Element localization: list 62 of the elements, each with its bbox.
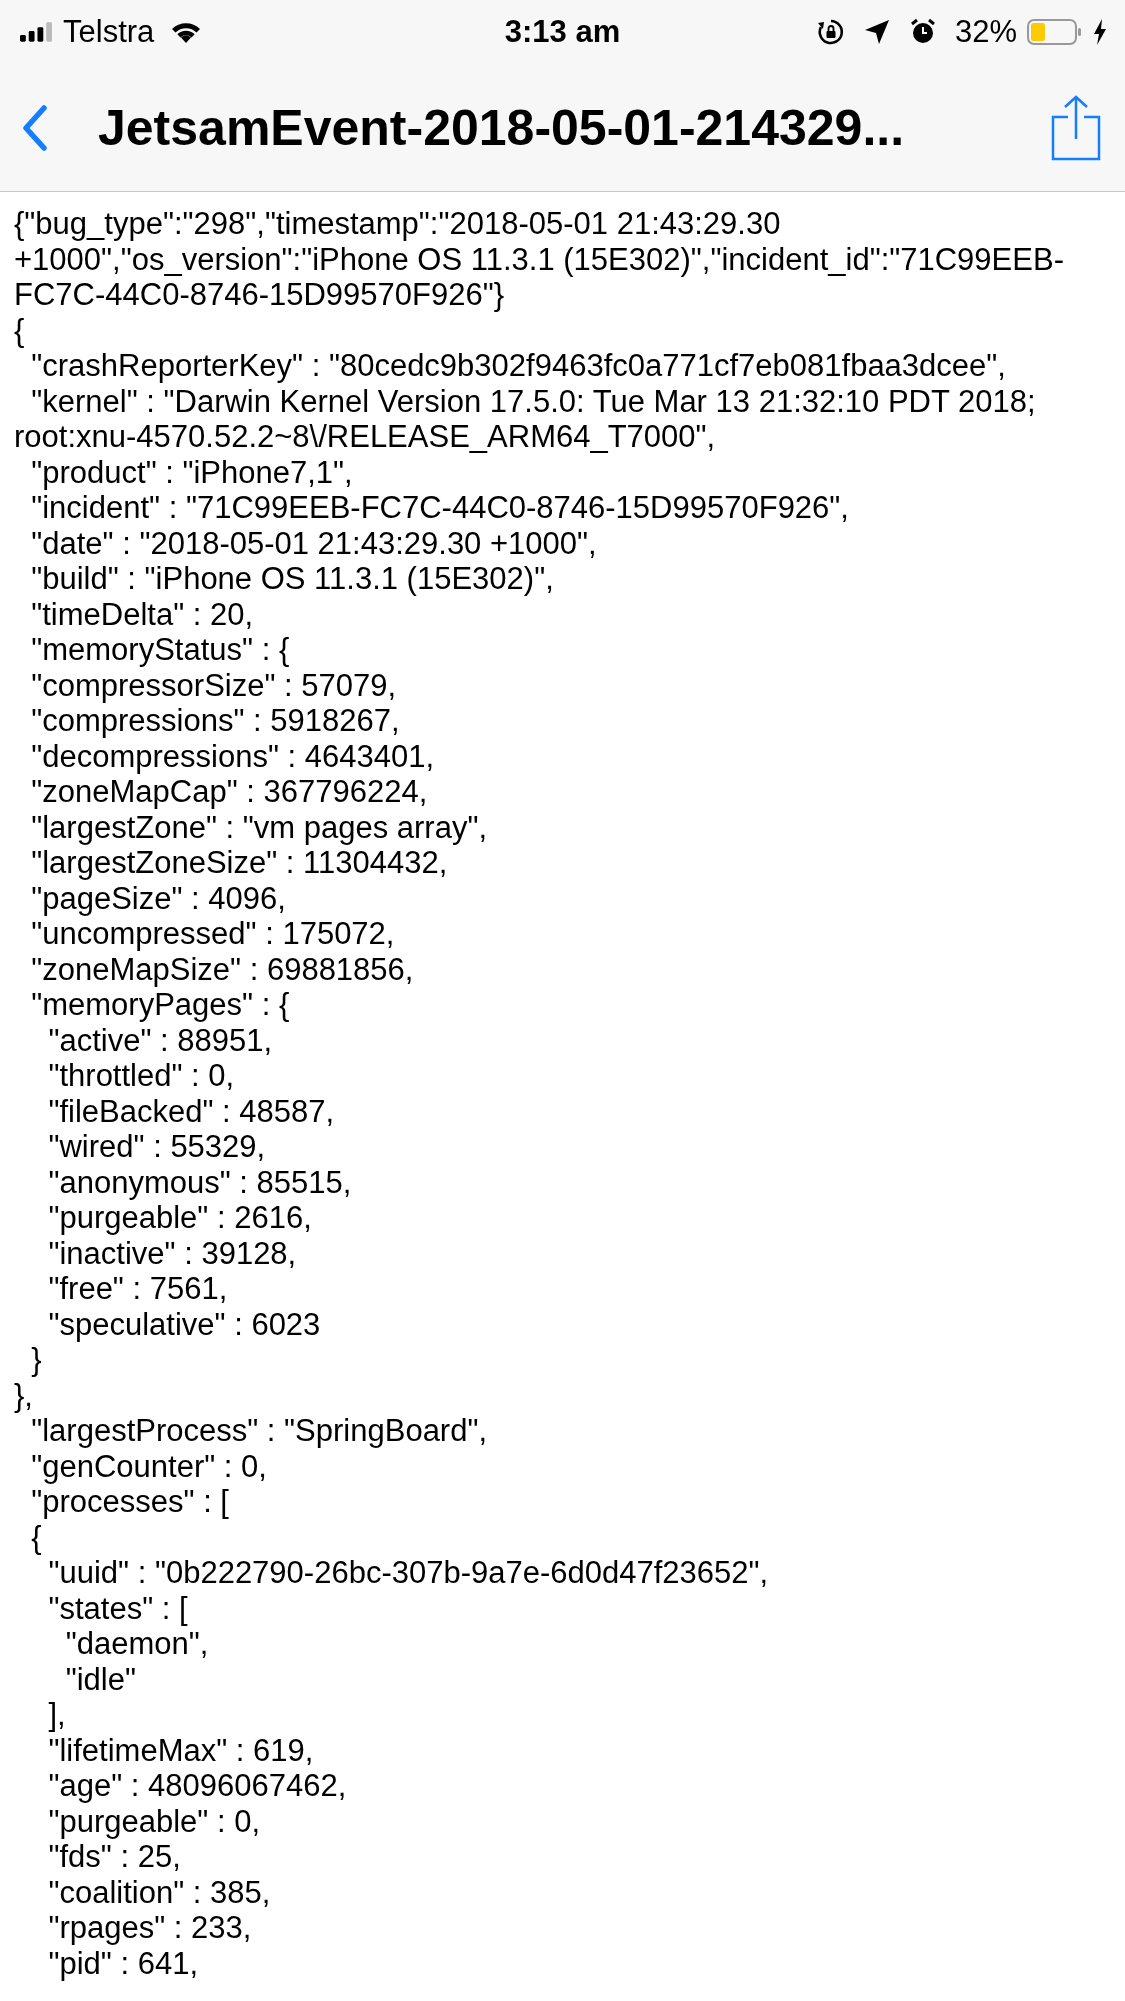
log-line: "product" : "iPhone7,1",: [30, 454, 354, 490]
log-line: +1000","os_version":"iPhone OS 11.3.1 (15E302)","incident_id":"71C99EEB-: [14, 241, 1065, 277]
log-line: "purgeable" : 0,: [47, 1803, 262, 1839]
log-line: "idle": [64, 1661, 137, 1697]
log-line: "kernel" : "Darwin Kernel Version 17.5.0: Tue Mar 13 21:32:10 PDT 2018;: [30, 383, 1037, 419]
log-line: ],: [47, 1697, 67, 1733]
log-line: }: [30, 1342, 43, 1378]
share-icon[interactable]: [1051, 94, 1101, 161]
log-line: "largestZoneSize" : 11304432,: [30, 845, 449, 881]
log-line: "free" : 7561,: [47, 1271, 229, 1307]
log-line: "largestZone" : "vm pages array",: [30, 809, 489, 845]
log-line: "memoryStatus" : {: [30, 632, 291, 668]
log-line: "zoneMapSize" : 69881856,: [30, 951, 415, 987]
log-line: root:xnu-4570.52.2~8\/RELEASE_ARM64_T7000",: [14, 419, 717, 455]
log-line: "incident" : "71C99EEB-FC7C-44C0-8746-15D99570F926",: [30, 490, 850, 526]
log-line: "throttled" : 0,: [47, 1058, 236, 1094]
log-line: "date" : "2018-05-01 21:43:29.30 +1000",: [30, 525, 598, 561]
log-line: "daemon",: [64, 1626, 210, 1662]
log-line: "compressorSize" : 57079,: [30, 667, 398, 703]
log-line: "pid" : 641,: [47, 1945, 199, 1981]
log-line: "largestProcess" : "SpringBoard",: [30, 1413, 489, 1449]
log-line: "processes" : [: [30, 1484, 230, 1520]
log-line: "zoneMapCap" : 367796224,: [30, 774, 429, 810]
rotation-lock-icon: [816, 18, 845, 46]
log-line: "build" : "iPhone OS 11.3.1 (15E302)",: [30, 561, 555, 597]
log-line: "inactive" : 39128,: [47, 1235, 298, 1271]
log-line: "pageSize" : 4096,: [30, 880, 287, 916]
file-title: JetsamEvent-2018-05-01-214329...: [98, 98, 906, 157]
log-line: "wired" : 55329,: [47, 1129, 267, 1165]
log-line: "age" : 48096067462,: [47, 1768, 348, 1804]
signal-icon: [20, 22, 53, 42]
log-line: "decompressions" : 4643401,: [30, 738, 436, 774]
log-line: "lifetimeMax" : 619,: [47, 1732, 315, 1768]
carrier-name: Telstra: [63, 14, 155, 50]
log-line: "genCounter" : 0,: [30, 1448, 268, 1484]
log-line: "fileBacked" : 48587,: [47, 1093, 336, 1129]
log-line: },: [14, 1377, 34, 1413]
log-line: "crashReporterKey" : "80cedc9b302f9463fc0a771cf7eb081fbaa3dcee",: [30, 348, 1007, 384]
log-line: "compressions" : 5918267,: [30, 703, 401, 739]
wifi-icon: [170, 20, 203, 44]
log-line: "speculative" : 6023: [47, 1306, 322, 1342]
log-line: "timeDelta" : 20,: [30, 596, 255, 632]
alarm-clock-icon: [908, 18, 937, 46]
log-line: "fds" : 25,: [47, 1839, 182, 1875]
log-line: "anonymous" : 85515,: [47, 1164, 353, 1200]
battery-icon: [1027, 19, 1083, 45]
log-line: {"bug_type":"298","timestamp":"2018-05-01 21:43:29.30: [14, 206, 782, 242]
log-line: "rpages" : 233,: [47, 1910, 253, 1946]
log-line: {: [14, 312, 26, 348]
battery-percentage: 32%: [954, 14, 1017, 50]
log-line: "uncompressed" : 175072,: [30, 916, 396, 952]
log-line: "coalition" : 385,: [47, 1874, 272, 1910]
log-line: "purgeable" : 2616,: [47, 1200, 313, 1236]
log-line: FC7C-44C0-8746-15D99570F926"}: [14, 277, 506, 313]
log-line: "memoryPages" : {: [30, 987, 291, 1023]
log-line: {: [30, 1519, 43, 1555]
log-line: "states" : [: [47, 1590, 189, 1626]
log-line: "uuid" : "0b222790-26bc-307b-9a7e-6d0d47f23652",: [47, 1555, 770, 1591]
log-line: "active" : 88951,: [47, 1022, 274, 1058]
back-icon[interactable]: [22, 104, 48, 151]
clock-time: 3:13 am: [504, 14, 621, 50]
charging-bolt-icon: [1093, 19, 1107, 45]
